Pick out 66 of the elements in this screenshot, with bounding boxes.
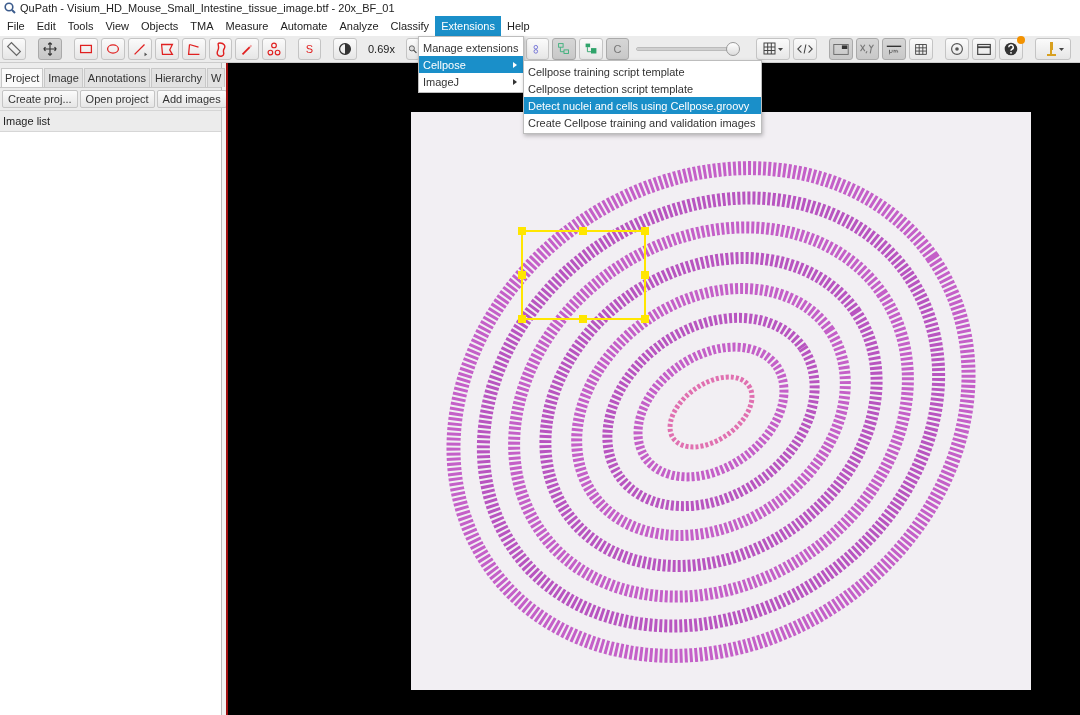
script-editor-button[interactable] [792, 38, 817, 60]
panel-tab[interactable]: W [207, 68, 226, 87]
brush-tool-button[interactable] [209, 38, 232, 60]
opacity-slider[interactable] [635, 42, 740, 56]
grid-button[interactable] [908, 38, 933, 60]
menu-item[interactable]: Objects [135, 16, 185, 36]
selection-annotation[interactable] [518, 227, 649, 323]
menu-item[interactable]: View [99, 16, 136, 36]
brightness-contrast-button[interactable] [333, 38, 357, 60]
menu-item[interactable]: Tools [61, 16, 100, 36]
menu-item[interactable]: Classify [384, 16, 436, 36]
points-tool-button[interactable] [262, 38, 286, 60]
polygon-tool-button[interactable] [155, 38, 179, 60]
table-caret-icon [761, 40, 784, 58]
move-icon [41, 40, 59, 58]
menu-option[interactable]: Manage extensions [419, 39, 523, 56]
menu-option[interactable]: Cellpose training script template [524, 63, 762, 80]
zoom-button[interactable] [405, 38, 420, 60]
zoom-level-text: 0.69x [367, 43, 396, 55]
menu-item[interactable]: TMA [184, 16, 220, 36]
menu-option[interactable]: Cellpose detection script template [524, 80, 762, 97]
menu-item[interactable]: Measure [219, 16, 275, 36]
project-button[interactable]: Create proj... [2, 90, 78, 108]
panel-tab[interactable]: Annotations [83, 68, 150, 87]
xy-icon [860, 44, 875, 54]
line-tool-button[interactable] [128, 38, 152, 60]
project-button[interactable]: Open project [79, 90, 155, 108]
rectangle-tool-button[interactable] [74, 38, 98, 60]
app-logo-icon [4, 2, 16, 14]
menu-item[interactable]: Analyze [333, 16, 385, 36]
panel-tab[interactable]: Hierarchy [150, 68, 206, 87]
log-button[interactable] [971, 38, 996, 60]
menu-option[interactable]: ImageJ [419, 73, 523, 90]
menu-option[interactable]: Cellpose [419, 56, 523, 73]
menu-item[interactable]: Extensions [435, 16, 501, 36]
window-title: QuPath - Visium_HD_Mouse_Small_Intestine_tissue_image.btf - 20x_BF_01 [20, 2, 395, 14]
brush-icon [214, 41, 227, 57]
move-tool-button[interactable] [38, 38, 62, 60]
polyline-tool-button[interactable] [182, 38, 206, 60]
menu-option[interactable]: Detect nuclei and cells using Cellpose.groovy [524, 97, 762, 114]
wand-tool-button[interactable] [235, 38, 259, 60]
notification-dot [1016, 36, 1025, 44]
menu-item[interactable]: File [1, 16, 31, 36]
contrast-icon [336, 40, 354, 58]
magnifier-icon [408, 43, 417, 55]
panel-tab[interactable]: Image [44, 68, 83, 87]
project-button[interactable]: Add images [156, 90, 227, 108]
ruler-icon [5, 40, 23, 58]
scalebar-button[interactable] [881, 38, 906, 60]
cell-display-button[interactable] [525, 38, 549, 60]
menu-option[interactable]: Create Cellpose training and validation images [524, 114, 762, 131]
menu-item[interactable]: Automate [274, 16, 334, 36]
selection-mode-button[interactable]: S [298, 38, 321, 60]
ruler-tool-button[interactable] [2, 38, 26, 60]
table-button[interactable] [755, 38, 790, 60]
help-button[interactable] [998, 38, 1023, 60]
menu-item[interactable]: Edit [30, 16, 62, 36]
overview-button[interactable] [828, 38, 853, 60]
panel-tab[interactable]: Project [1, 68, 44, 87]
slider-thumb[interactable] [725, 42, 740, 56]
points-icon [265, 40, 283, 58]
settings-button[interactable] [944, 38, 969, 60]
ellipse-tool-button[interactable] [101, 38, 125, 60]
menu-item[interactable]: Help [500, 16, 536, 36]
fill-detections-button[interactable] [578, 38, 603, 60]
list-header: Image list [3, 115, 51, 127]
